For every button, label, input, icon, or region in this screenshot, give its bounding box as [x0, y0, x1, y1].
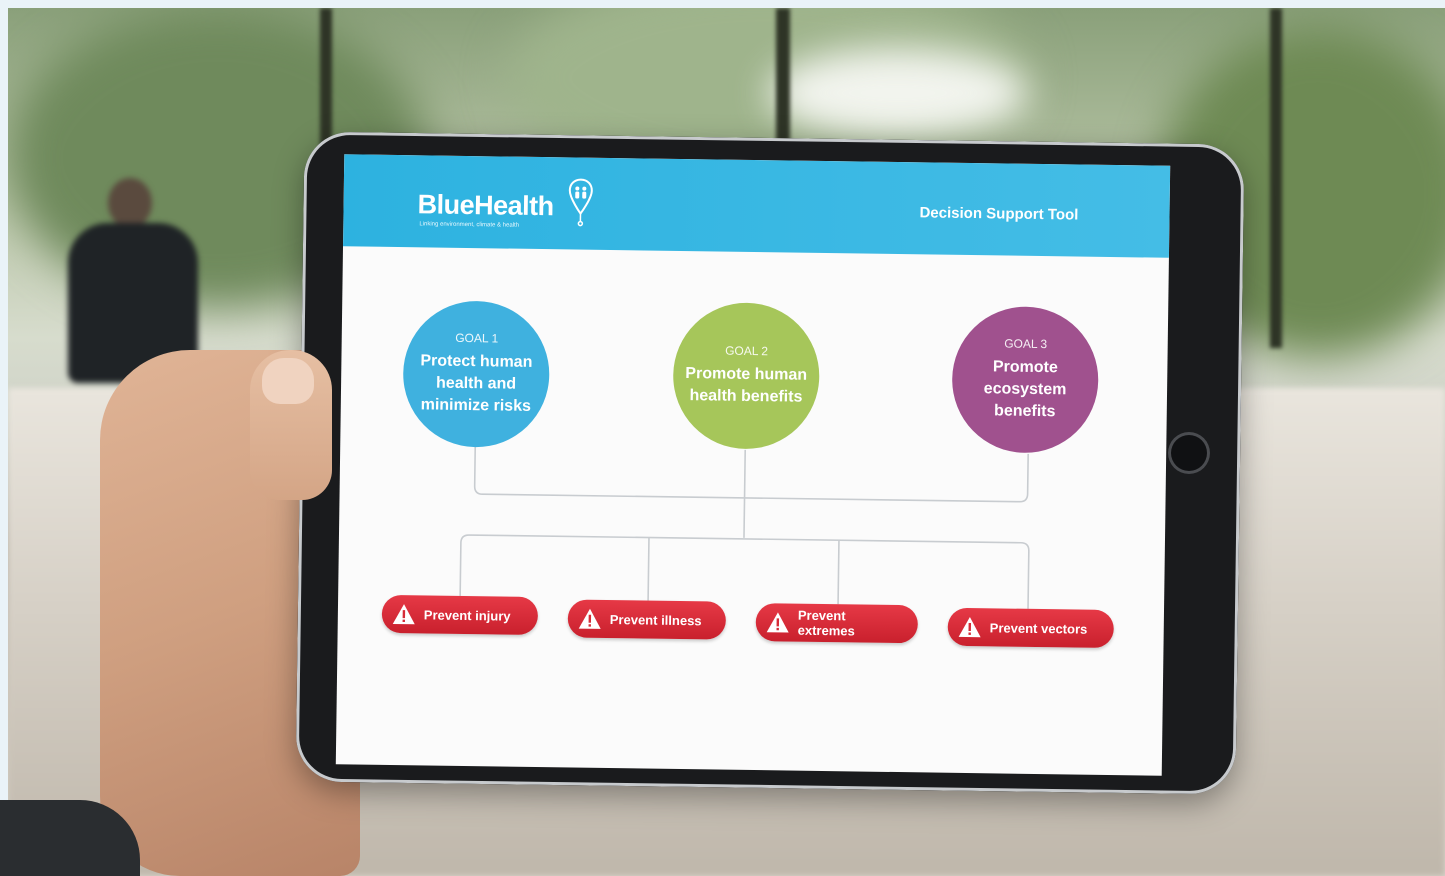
action-label: Prevent illness: [609, 611, 702, 628]
goal-label: GOAL 2: [725, 343, 769, 359]
prevent-illness-button[interactable]: Prevent illness: [567, 599, 727, 640]
warning-icon: [958, 617, 981, 638]
warning-icon: [766, 612, 789, 633]
home-button[interactable]: [1168, 432, 1210, 474]
goal-label: GOAL 3: [1004, 336, 1048, 352]
thumbnail: [262, 358, 314, 404]
action-label: Prevent injury: [423, 606, 511, 624]
goal-text: Protect human health and minimize risks: [420, 352, 533, 415]
tablet-screen: BlueHealth Linking environment, climate …: [335, 154, 1171, 776]
prevent-vectors-button[interactable]: Prevent vectors: [947, 607, 1115, 649]
tree-connectors: [459, 446, 1030, 609]
goal-label: GOAL 1: [455, 330, 499, 346]
warning-icon: [392, 604, 415, 625]
warning-icon: [578, 608, 601, 629]
prevent-injury-button[interactable]: Prevent injury: [381, 594, 539, 636]
goal-text: Promote ecosystem benefits: [983, 358, 1067, 421]
action-label: Prevent vectors: [989, 619, 1088, 637]
goal-text: Promote human health benefits: [685, 365, 808, 406]
prevent-extremes-button[interactable]: Prevent extremes: [755, 603, 919, 644]
action-label: Prevent extremes: [797, 607, 855, 639]
